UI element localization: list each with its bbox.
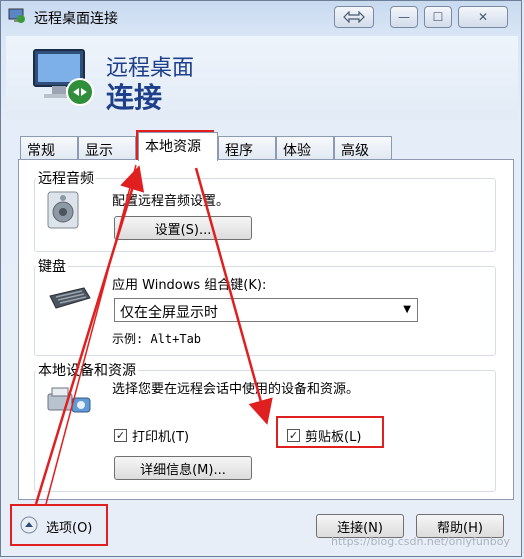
devices-group-title: 本地设备和资源	[36, 360, 138, 380]
dropdown-selected-value: 仅在全屏显示时	[120, 305, 218, 321]
hero-title-line2: 连接	[106, 81, 163, 114]
keyboard-example: 示例: Alt+Tab	[112, 332, 202, 346]
audio-group	[34, 178, 496, 252]
speaker-icon	[47, 191, 79, 229]
window-title: 远程桌面连接	[34, 11, 118, 27]
watermark: https://blog.csdn.net/onlyfunboy	[331, 535, 510, 548]
windows-keys-dropdown[interactable]: 仅在全屏显示时 ▼	[114, 298, 418, 322]
resize-toggle-button[interactable]	[334, 6, 374, 28]
audio-group-title: 远程音频	[36, 168, 96, 188]
minimize-button[interactable]: —	[390, 6, 418, 28]
tab-display[interactable]: 显示	[78, 136, 136, 160]
rdp-app-icon	[8, 8, 25, 23]
remote-desktop-monitor-icon	[33, 49, 94, 106]
printer-label: 打印机(T)	[132, 430, 190, 445]
annotation-box-clipboard	[276, 416, 384, 448]
tab-local-resources[interactable]: 本地资源	[138, 132, 218, 161]
devices-icon	[47, 387, 91, 413]
close-button[interactable]: ✕	[458, 6, 508, 28]
keyboard-icon	[49, 287, 91, 309]
tab-experience[interactable]: 体验	[276, 136, 334, 160]
tab-general[interactable]: 常规	[20, 136, 78, 160]
annotation-box-options	[10, 504, 108, 546]
devices-description: 选择您要在远程会话中使用的设备和资源。	[112, 382, 360, 397]
details-button[interactable]: 详细信息(M)...	[114, 456, 252, 480]
audio-settings-button[interactable]: 设置(S)...	[114, 216, 252, 240]
printer-checkbox[interactable]: ✓	[114, 429, 127, 442]
tab-advanced[interactable]: 高级	[334, 136, 392, 160]
windows-keys-label: 应用 Windows 组合键(K):	[112, 278, 267, 293]
tab-programs[interactable]: 程序	[218, 136, 276, 160]
double-arrow-icon	[343, 11, 365, 23]
chevron-down-icon: ▼	[403, 304, 411, 315]
maximize-button[interactable]: ☐	[424, 6, 452, 28]
title-bar: 远程桌面连接 — ☐ ✕	[0, 0, 522, 36]
keyboard-group-title: 键盘	[36, 256, 68, 276]
audio-description: 配置远程音频设置。	[112, 194, 230, 209]
